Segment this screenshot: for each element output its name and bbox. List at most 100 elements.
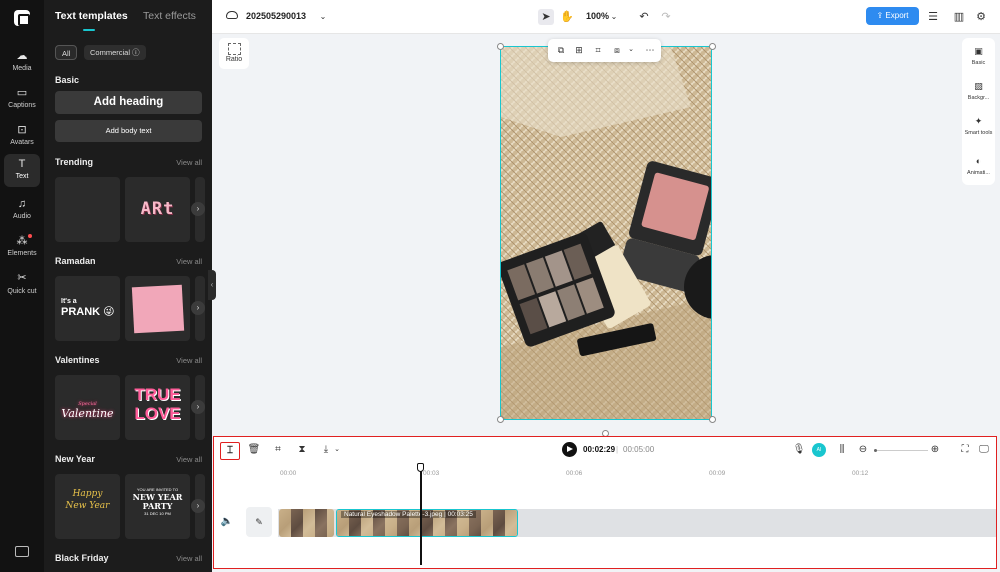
fit-timeline-icon[interactable]: ⛶ xyxy=(958,443,972,457)
elements-icon: ⁂ xyxy=(16,235,28,247)
template-tile-text: New Year xyxy=(65,501,110,511)
scroll-right-button[interactable]: › xyxy=(191,499,205,513)
project-name[interactable]: 202505290013 xyxy=(246,11,306,21)
delete-icon[interactable]: 🗑 xyxy=(247,443,261,457)
resize-handle[interactable] xyxy=(709,416,716,423)
ratio-button[interactable]: Ratio xyxy=(219,38,249,69)
template-tile-text: PRANK 😜 xyxy=(61,306,115,318)
pointer-tool-icon[interactable]: ➤ xyxy=(538,9,554,25)
add-heading-button[interactable]: Add heading xyxy=(55,91,202,114)
resize-handle[interactable] xyxy=(497,43,504,50)
ai-icon[interactable]: AI xyxy=(812,443,826,457)
rail-item-text[interactable]: T Text xyxy=(4,154,40,187)
clip-thumbnail-frame xyxy=(327,509,334,537)
scroll-right-button[interactable]: › xyxy=(191,400,205,414)
view-all-trending[interactable]: View all xyxy=(176,158,202,167)
timeline-clip-selected[interactable]: Natural Eyeshadow Palette-3.jpeg | 00:03… xyxy=(336,509,518,537)
chevron-down-icon[interactable]: ⌄ xyxy=(315,9,331,25)
edit-track-button[interactable]: ✎ xyxy=(246,507,272,537)
view-all-valentines[interactable]: View all xyxy=(176,356,202,365)
view-all-black-friday[interactable]: View all xyxy=(176,554,202,563)
replace-icon[interactable]: ⧉ xyxy=(555,44,567,56)
redo-icon[interactable]: ↷ xyxy=(658,9,674,25)
video-frame-image xyxy=(501,47,711,419)
more-icon[interactable]: ⋯ xyxy=(644,44,656,56)
tab-text-templates[interactable]: Text templates xyxy=(55,10,128,22)
view-all-ramadan[interactable]: View all xyxy=(176,257,202,266)
media-icon: ☁ xyxy=(16,50,28,62)
video-preview[interactable] xyxy=(500,46,712,420)
chevron-down-icon[interactable]: ⌄ xyxy=(330,443,344,457)
clip-thumbnail-frame xyxy=(315,509,327,537)
section-title-black-friday: Black Friday xyxy=(55,553,109,563)
chevron-down-icon[interactable]: ⌄ xyxy=(606,9,622,25)
section-title-ramadan: Ramadan xyxy=(55,256,96,266)
tool-animation[interactable]: ◐ Animati... xyxy=(962,156,995,176)
rail-item-elements[interactable]: ⁂ Elements xyxy=(4,231,40,257)
clip-thumbnail-frame xyxy=(493,510,505,536)
zoom-in-icon[interactable]: ⊕ xyxy=(928,443,942,457)
template-tile[interactable]: It's a PRANK 😜 xyxy=(55,276,120,341)
preview-icon[interactable]: 🖵 xyxy=(977,443,991,457)
flip-icon[interactable]: ⧗ xyxy=(295,443,309,457)
add-body-text-button[interactable]: Add body text xyxy=(55,120,202,142)
tick-label: 00:03 xyxy=(423,470,440,477)
rail-item-audio[interactable]: ♫ Audio xyxy=(4,194,40,220)
tool-basic[interactable]: ▣ Basic xyxy=(962,46,995,66)
tool-background[interactable]: ▨ Backgr... xyxy=(962,81,995,101)
timeline-clip[interactable] xyxy=(279,509,334,537)
play-button[interactable] xyxy=(562,442,577,457)
crop-icon[interactable]: ⌗ xyxy=(271,443,285,457)
template-tile[interactable]: YOU ARE INVITED TO NEW YEAR PARTY 31 DEC… xyxy=(125,474,190,539)
crop-icon[interactable]: ⌗ xyxy=(592,44,604,56)
hand-tool-icon[interactable]: ✋ xyxy=(559,9,575,25)
template-tile[interactable]: Special Valentine xyxy=(55,375,120,440)
tab-text-effects[interactable]: Text effects xyxy=(143,10,196,22)
fit-icon[interactable]: ⊞ xyxy=(573,44,585,56)
total-time: 00:05:00 xyxy=(623,445,655,454)
template-tile[interactable] xyxy=(55,177,120,242)
clip-thumbnail-frame xyxy=(279,509,291,537)
scroll-right-button[interactable]: › xyxy=(191,202,205,216)
settings-icon[interactable]: ⚙ xyxy=(973,9,989,25)
right-tools-panel: ▣ Basic ▨ Backgr... ✦ Smart tools ◐ Anim… xyxy=(962,38,995,185)
rail-item-avatars[interactable]: ⊡ Avatars xyxy=(4,120,40,146)
view-all-new-year[interactable]: View all xyxy=(176,455,202,464)
template-tile[interactable]: Happy New Year xyxy=(55,474,120,539)
template-tile-text: NEW YEAR PARTY xyxy=(132,492,183,511)
template-tile[interactable]: TRUE LOVE xyxy=(125,375,190,440)
playhead[interactable] xyxy=(420,465,422,565)
rail-item-quick-cut[interactable]: ✂ Quick cut xyxy=(4,268,40,296)
split-view-icon[interactable]: ⫼ xyxy=(835,443,849,457)
template-tile[interactable] xyxy=(125,276,190,341)
rail-item-media[interactable]: ☁ Media xyxy=(4,46,40,72)
layers-icon[interactable]: ☰ xyxy=(925,9,941,25)
tool-smart-tools[interactable]: ✦ Smart tools xyxy=(962,116,995,136)
template-tile-text: 31 DEC 10 PM xyxy=(144,511,171,516)
resize-handle[interactable] xyxy=(497,416,504,423)
resize-handle[interactable] xyxy=(709,43,716,50)
scroll-right-button[interactable]: › xyxy=(191,301,205,315)
playhead-handle[interactable] xyxy=(417,463,424,472)
time-ruler[interactable]: 00:00 00:03 00:06 00:09 00:12 xyxy=(278,467,994,481)
zoom-out-icon[interactable]: ⊖ xyxy=(856,443,870,457)
mask-icon[interactable]: ⧈ xyxy=(611,44,623,56)
time-separator: | xyxy=(616,445,619,454)
filter-chip-all[interactable]: All xyxy=(55,45,78,60)
collapse-panel-handle[interactable]: ‹ xyxy=(208,270,216,300)
app-logo-icon[interactable] xyxy=(14,10,30,26)
split-button[interactable]: ⌶ xyxy=(220,442,240,460)
microphone-icon[interactable]: 🎙 xyxy=(792,443,806,457)
timeline-zoom-slider[interactable] xyxy=(874,449,928,452)
volume-icon[interactable]: 🔈 xyxy=(220,515,234,529)
chevron-down-icon[interactable]: ⌄ xyxy=(625,44,637,56)
clip-thumbnail-frame xyxy=(481,510,493,536)
template-tile[interactable]: ARt xyxy=(125,177,190,242)
rail-item-captions[interactable]: ▭ Captions xyxy=(4,83,40,109)
export-button[interactable]: ⇪ Export xyxy=(866,7,919,25)
keyboard-icon[interactable] xyxy=(15,546,29,557)
undo-icon[interactable]: ↶ xyxy=(636,9,652,25)
clip-thumbnail-frame xyxy=(303,509,315,537)
panel-layout-icon[interactable]: ▥ xyxy=(951,9,967,25)
filter-chip-commercial[interactable]: Commercial ⓘ xyxy=(84,45,146,60)
